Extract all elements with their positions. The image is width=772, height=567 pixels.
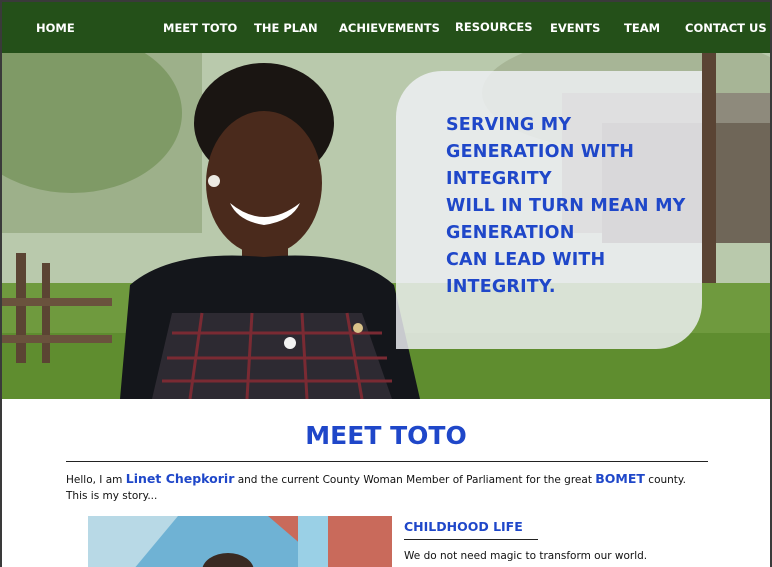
meet-toto-section: MEET TOTO Hello, I am Linet Chepkorir an… bbox=[2, 399, 770, 567]
quote-line: GENERATION bbox=[446, 223, 575, 243]
quote-line: INTEGRITY. bbox=[446, 277, 556, 297]
quote-line: SERVING MY bbox=[446, 115, 572, 135]
childhood-text: We do not need magic to transform our wo… bbox=[404, 550, 648, 562]
nav-team[interactable]: TEAM bbox=[624, 21, 660, 35]
page: HOME MEET TOTO THE PLAN ACHIEVEMENTS RES… bbox=[0, 0, 772, 567]
main-nav: HOME MEET TOTO THE PLAN ACHIEVEMENTS RES… bbox=[2, 2, 770, 53]
intro-suffix: county. bbox=[644, 474, 686, 486]
quote-line: CAN LEAD WITH bbox=[446, 250, 606, 270]
title-divider bbox=[66, 461, 708, 462]
nav-contact-us[interactable]: CONTACT US bbox=[685, 21, 767, 35]
quote-card: SERVING MY GENERATION WITH INTEGRITY WIL… bbox=[396, 71, 702, 349]
section-title: MEET TOTO bbox=[305, 421, 467, 450]
quote-line: INTEGRITY bbox=[446, 169, 552, 189]
intro-line2: This is my story... bbox=[66, 490, 158, 502]
intro-middle: and the current County Woman Member of P… bbox=[234, 474, 596, 486]
nav-achievements[interactable]: ACHIEVEMENTS bbox=[339, 21, 440, 35]
nav-the-plan[interactable]: THE PLAN bbox=[254, 21, 318, 35]
intro-prefix: Hello, I am bbox=[66, 474, 126, 486]
nav-home[interactable]: HOME bbox=[36, 21, 75, 35]
quote-line: WILL IN TURN MEAN MY bbox=[446, 196, 686, 216]
intro-county: BOMET bbox=[595, 471, 645, 486]
nav-meet-toto[interactable]: MEET TOTO bbox=[163, 21, 237, 35]
nav-resources[interactable]: RESOURCES bbox=[455, 20, 533, 34]
intro-text: Hello, I am Linet Chepkorir and the curr… bbox=[66, 471, 686, 504]
nav-events[interactable]: EVENTS bbox=[550, 21, 600, 35]
quote-line: GENERATION WITH bbox=[446, 142, 635, 162]
childhood-photo-image bbox=[88, 516, 392, 567]
intro-name: Linet Chepkorir bbox=[125, 471, 235, 486]
childhood-title: CHILDHOOD LIFE bbox=[404, 519, 523, 534]
hero-banner: SERVING MY GENERATION WITH INTEGRITY WIL… bbox=[2, 53, 770, 399]
childhood-photo bbox=[88, 516, 392, 567]
childhood-divider bbox=[404, 539, 538, 540]
